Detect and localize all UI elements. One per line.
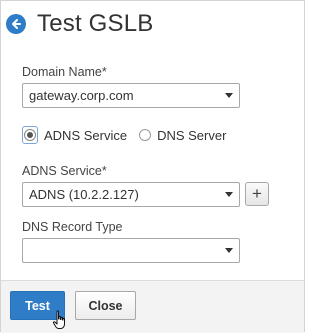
dns-server-radio-label[interactable]: DNS Server <box>157 128 226 143</box>
chevron-down-icon <box>225 192 233 197</box>
dialog-header: Test GSLB <box>6 7 154 41</box>
hand-pointer-icon <box>52 310 65 329</box>
chevron-down-icon <box>225 248 233 253</box>
domain-name-value: gateway.corp.com <box>29 88 134 103</box>
adns-service-radio-wrap[interactable] <box>22 126 38 144</box>
domain-name-label: Domain Name* <box>22 65 107 79</box>
close-button[interactable]: Close <box>75 291 136 320</box>
dns-record-type-label: DNS Record Type <box>22 220 123 234</box>
back-button[interactable] <box>6 14 26 34</box>
adns-service-radio-label[interactable]: ADNS Service <box>44 128 127 143</box>
service-type-radio-group: ADNS Service DNS Server <box>22 126 226 144</box>
plus-icon: + <box>252 184 262 203</box>
adns-service-radio[interactable] <box>24 129 36 141</box>
domain-name-select[interactable]: gateway.corp.com <box>22 83 240 108</box>
adns-service-select[interactable]: ADNS (10.2.2.127) <box>22 182 240 207</box>
dns-record-type-select[interactable] <box>22 238 240 263</box>
adns-service-value: ADNS (10.2.2.127) <box>29 187 139 202</box>
add-adns-service-button[interactable]: + <box>245 182 269 206</box>
test-gslb-dialog: Test GSLB Domain Name* gateway.corp.com … <box>0 0 305 333</box>
page-title: Test GSLB <box>37 10 154 37</box>
dns-server-radio[interactable] <box>139 129 152 141</box>
chevron-down-icon <box>225 93 233 98</box>
adns-service-label: ADNS Service* <box>22 164 107 178</box>
arrow-left-icon <box>12 19 21 29</box>
